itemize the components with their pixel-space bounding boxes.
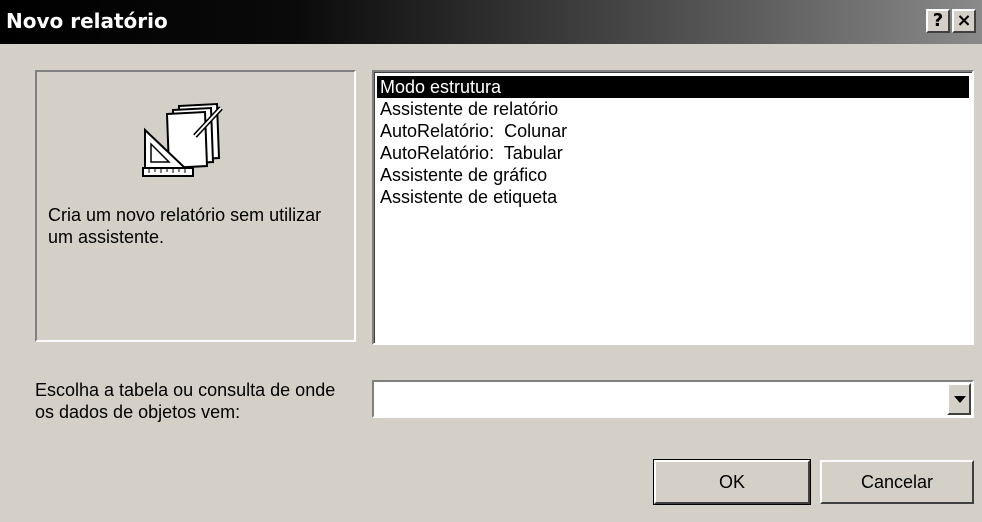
report-type-list[interactable]: Modo estrutura Assistente de relatório A… [372, 70, 974, 345]
chevron-down-icon [954, 396, 966, 403]
dropdown-button[interactable] [947, 383, 971, 415]
title-bar[interactable]: Novo relatório ? × [0, 0, 982, 44]
report-design-icon [142, 102, 223, 177]
list-item-modo-estrutura[interactable]: Modo estrutura [377, 76, 969, 98]
ok-button[interactable]: OK [653, 459, 811, 505]
list-item-assistente-relatorio[interactable]: Assistente de relatório [377, 98, 969, 120]
list-item-autorelatorio-tabular[interactable]: AutoRelatório: Tabular [377, 142, 969, 164]
cancel-button[interactable]: Cancelar [820, 460, 974, 504]
list-item-assistente-etiqueta[interactable]: Assistente de etiqueta [377, 186, 969, 208]
source-combobox[interactable] [372, 380, 974, 418]
window-title: Novo relatório [6, 9, 168, 33]
list-item-autorelatorio-colunar[interactable]: AutoRelatório: Colunar [377, 120, 969, 142]
preview-description: Cria um novo relatório sem utilizar um a… [48, 205, 322, 247]
close-button[interactable]: × [952, 9, 976, 33]
help-button[interactable]: ? [926, 9, 950, 33]
source-prompt-label: Escolha a tabela ou consulta de onde os … [35, 380, 336, 422]
preview-panel: Cria um novo relatório sem utilizar um a… [35, 70, 356, 342]
list-item-assistente-grafico[interactable]: Assistente de gráfico [377, 164, 969, 186]
